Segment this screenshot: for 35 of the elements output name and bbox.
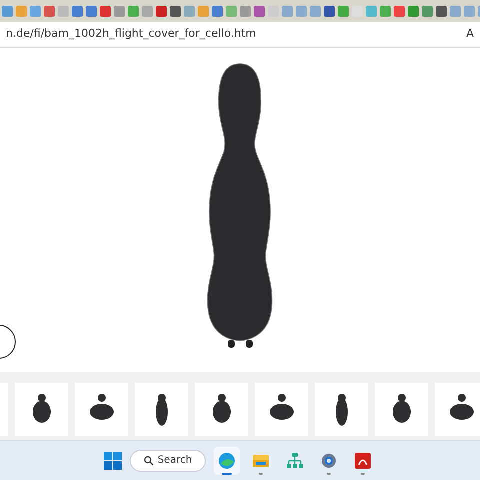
settings-icon [320, 452, 338, 470]
bookmark-icon[interactable] [422, 6, 433, 16]
bookmark-icon[interactable] [86, 6, 97, 16]
thumbnail-photo[interactable] [75, 383, 128, 436]
thumbnail-photo[interactable] [15, 383, 68, 436]
windows-start-icon[interactable] [104, 452, 122, 470]
pdf-icon [354, 452, 372, 470]
running-indicator [222, 472, 232, 474]
address-bar-text: A [466, 26, 474, 42]
thumbnail-photo[interactable] [375, 383, 428, 436]
bookmark-icon[interactable] [254, 6, 265, 16]
thumbnail-photo[interactable] [135, 383, 188, 436]
network-icon [286, 452, 304, 470]
search-field[interactable]: Search [130, 450, 206, 472]
bookmark-icon[interactable] [324, 6, 335, 16]
url-text[interactable]: n.de/fi/bam_1002h_flight_cover_for_cello.htm [6, 26, 256, 43]
thumbnail-photo[interactable] [195, 383, 248, 436]
bookmark-icon[interactable] [100, 6, 111, 16]
taskbar-button[interactable] [214, 446, 240, 474]
search-icon [144, 456, 154, 466]
running-indicator [327, 472, 331, 474]
bookmark-icon[interactable] [212, 6, 223, 16]
bookmark-icon[interactable] [72, 6, 83, 16]
bookmark-icon[interactable] [44, 6, 55, 16]
running-indicator [259, 472, 263, 474]
bookmark-icon[interactable] [156, 6, 167, 16]
thumbnail-photo[interactable] [255, 383, 308, 436]
thumbnail-photo[interactable] [315, 383, 368, 436]
running-indicator [361, 472, 365, 474]
bookmark-icon[interactable] [436, 6, 447, 16]
bookmark-icon[interactable] [394, 6, 405, 16]
thumbnail-photo[interactable] [435, 383, 480, 436]
edge-icon [218, 452, 236, 470]
bookmark-icon[interactable] [408, 6, 419, 16]
bookmark-icon[interactable] [170, 6, 181, 16]
